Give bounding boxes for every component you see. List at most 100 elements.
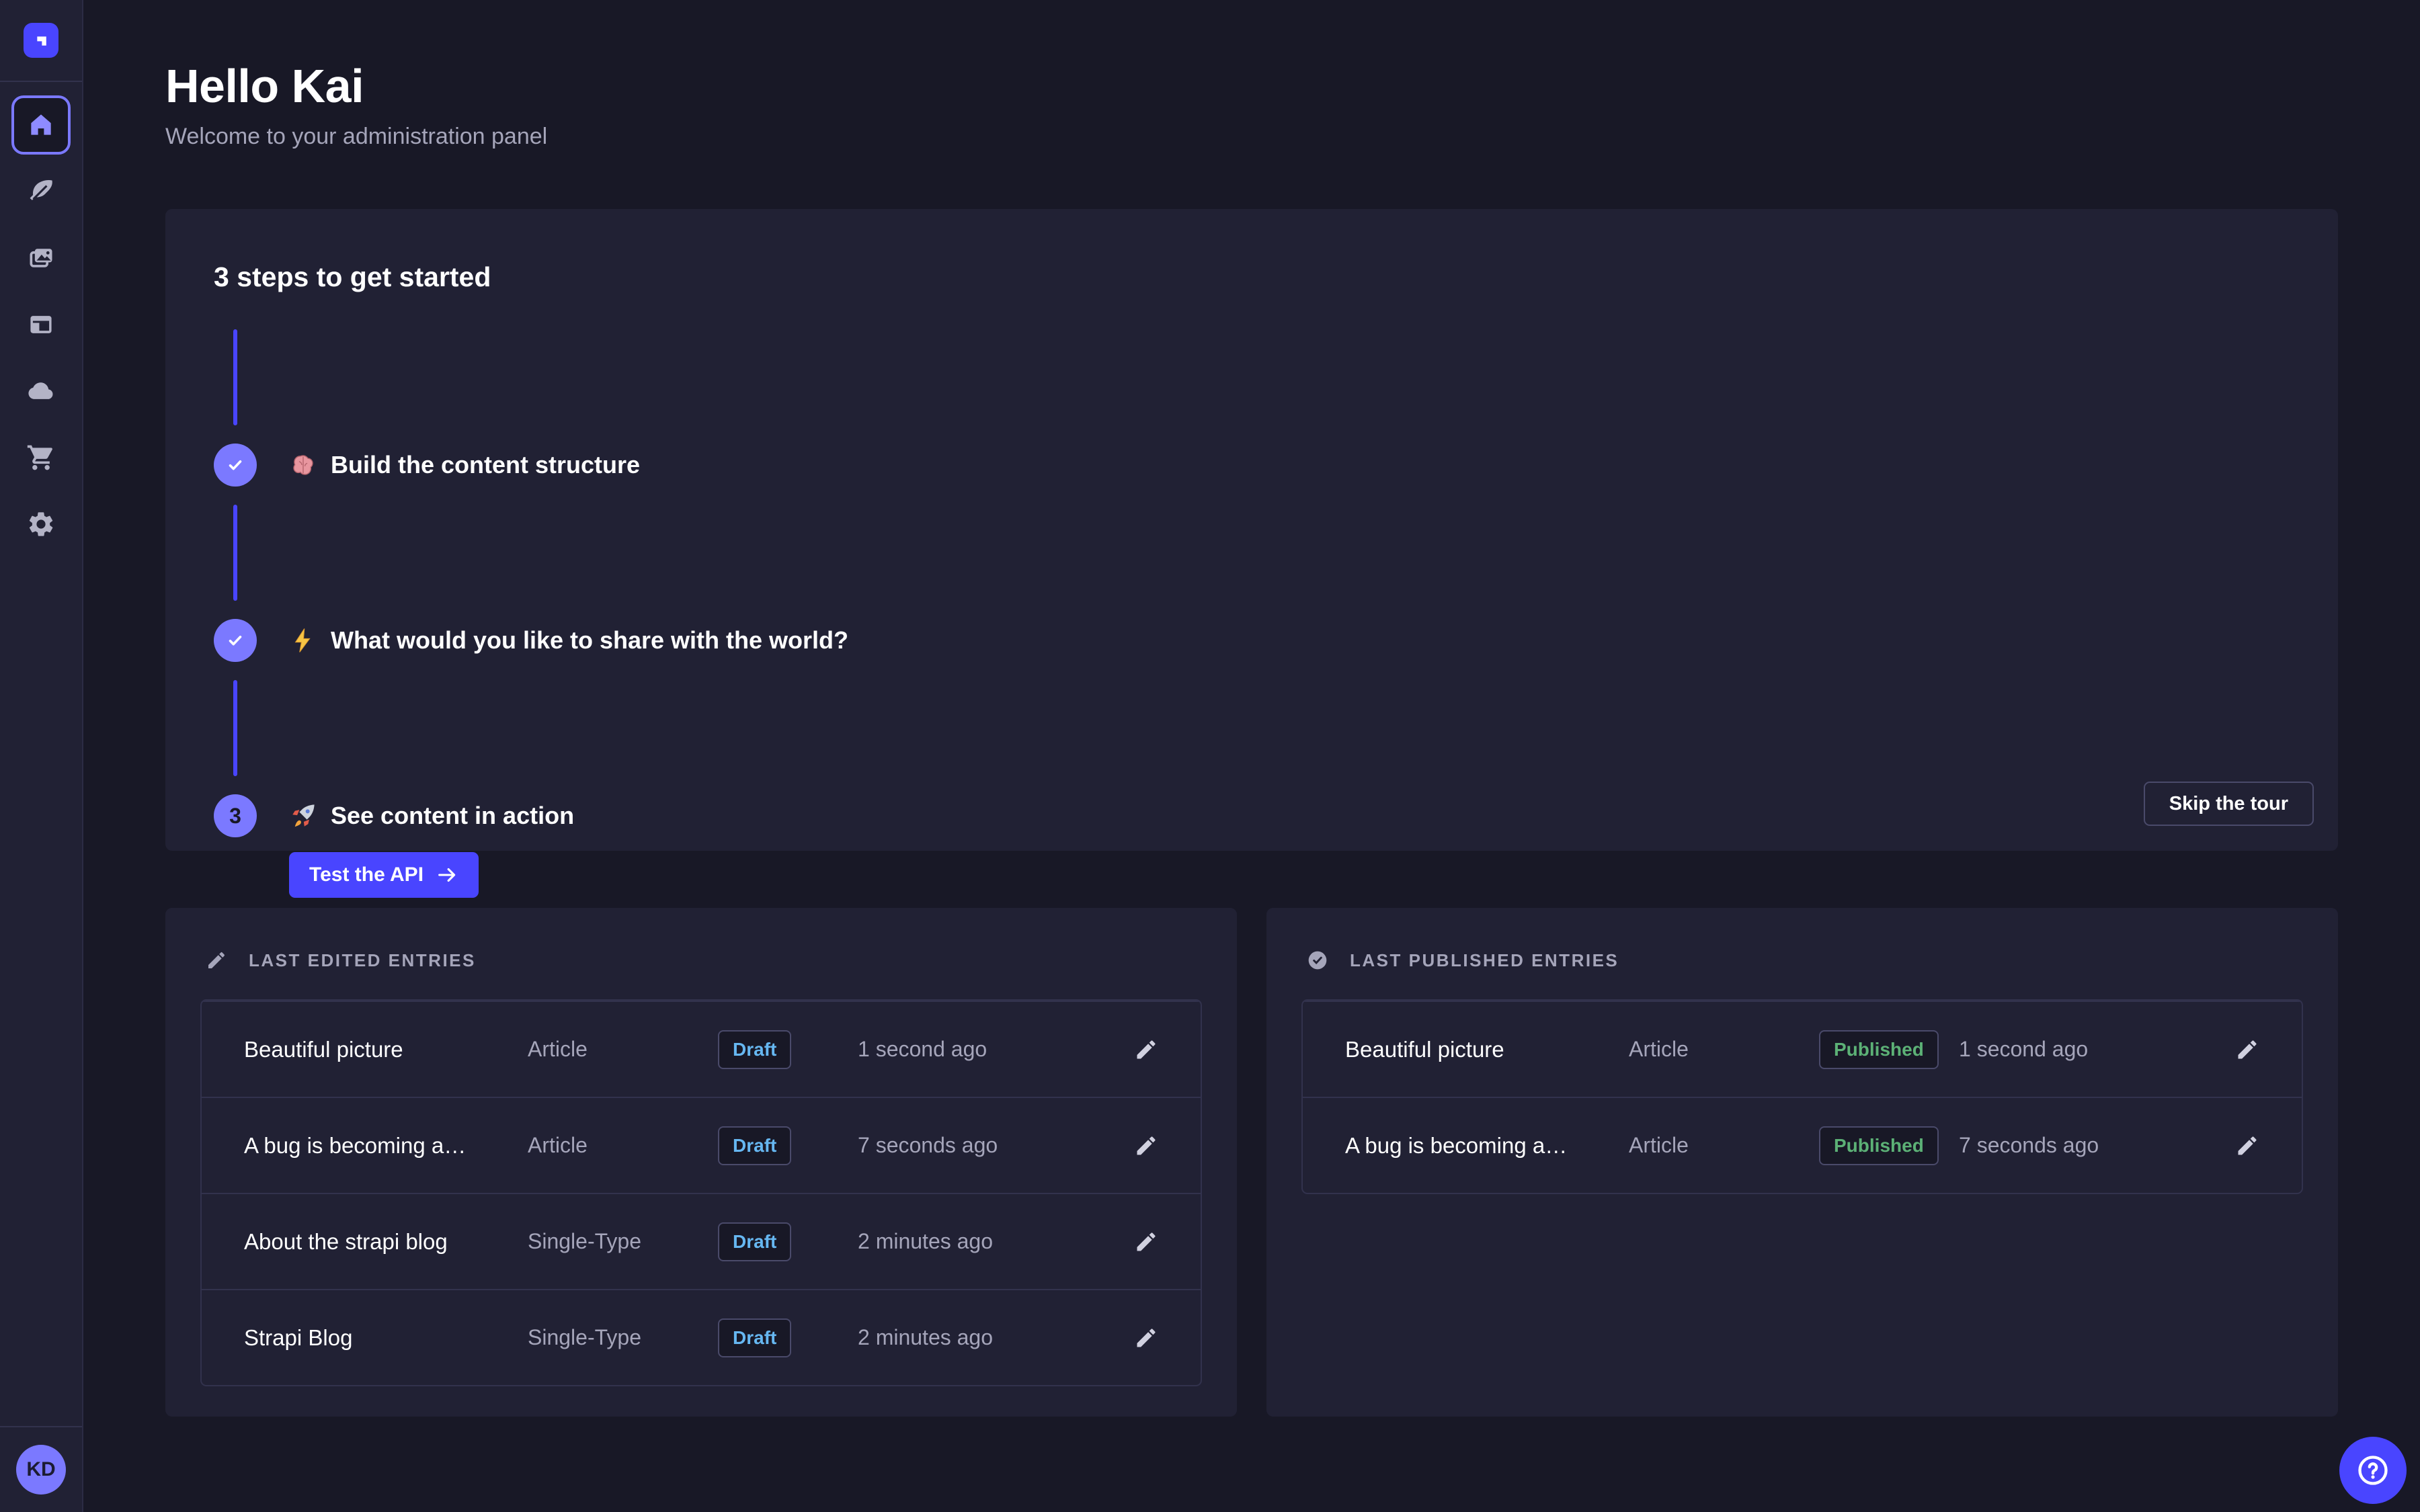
edit-entry-button[interactable] [1134, 1134, 1158, 1158]
step-emoji-icon [289, 451, 317, 479]
last-published-panel: LAST PUBLISHED ENTRIES Beautiful picture… [1266, 908, 2338, 1417]
steps-list: Build the content structure [214, 329, 2290, 837]
step-connector-line [233, 680, 237, 776]
help-button[interactable] [2339, 1437, 2407, 1504]
sidebar-item-cloud[interactable] [11, 362, 71, 421]
entry-title: Beautiful picture [1345, 1037, 1629, 1062]
pencil-icon [2235, 1134, 2259, 1158]
edit-entry-button[interactable] [1134, 1230, 1158, 1254]
test-api-button[interactable]: Test the API [289, 852, 479, 898]
last-published-table: Beautiful picture Article Published 1 se… [1301, 999, 2303, 1194]
status-badge: Published [1819, 1030, 1939, 1069]
step-label: What would you like to share with the wo… [331, 626, 848, 655]
status-badge: Draft [718, 1126, 791, 1165]
tour-step: 3 See content in action [214, 680, 2290, 837]
sidebar: KD [0, 0, 83, 1512]
step-connector-line [233, 505, 237, 601]
entry-time: 2 minutes ago [858, 1229, 1118, 1254]
step-status-bullet: 3 [214, 794, 257, 837]
step-connector-line [233, 329, 237, 425]
entry-kind: Single-Type [528, 1229, 718, 1254]
sidebar-item-content-type-builder[interactable] [11, 295, 71, 354]
sidebar-item-marketplace[interactable] [11, 428, 71, 487]
tour-step: Build the content structure [214, 329, 2290, 487]
status-badge: Draft [718, 1318, 791, 1357]
table-row: A bug is becoming a… Article Draft 7 sec… [202, 1097, 1201, 1193]
table-row: Beautiful picture Article Draft 1 second… [202, 1001, 1201, 1097]
step-status-bullet [214, 619, 257, 662]
strapi-logo-glyph [30, 29, 52, 52]
last-edited-table: Beautiful picture Article Draft 1 second… [200, 999, 1202, 1386]
guided-tour-card: 3 steps to get started [165, 209, 2338, 851]
sidebar-item-content-manager[interactable] [11, 162, 71, 221]
last-edited-header: LAST EDITED ENTRIES [200, 943, 1202, 971]
last-published-header: LAST PUBLISHED ENTRIES [1301, 943, 2303, 971]
step-label: Build the content structure [331, 451, 640, 479]
entry-kind: Article [1629, 1133, 1819, 1158]
step-emoji-icon [289, 802, 317, 830]
entry-time: 1 second ago [1959, 1037, 2219, 1062]
entry-time: 7 seconds ago [1959, 1133, 2219, 1158]
sidebar-item-home[interactable] [11, 95, 71, 155]
check-circle-icon [1307, 950, 1328, 971]
step-number: 3 [229, 804, 241, 829]
entry-kind: Article [528, 1037, 718, 1062]
sidebar-footer: KD [0, 1426, 82, 1512]
entry-kind: Single-Type [528, 1325, 718, 1350]
content-type-builder-layout-icon [26, 310, 56, 339]
home-icon [26, 110, 56, 140]
status-badge: Draft [718, 1222, 791, 1261]
lightning-bolt-icon [289, 626, 317, 655]
edit-entry-button[interactable] [1134, 1326, 1158, 1350]
sidebar-item-settings[interactable] [11, 495, 71, 554]
status-badge: Published [1819, 1126, 1939, 1165]
cloud-icon [26, 376, 56, 406]
table-row: About the strapi blog Single-Type Draft … [202, 1193, 1201, 1289]
check-icon [223, 453, 247, 477]
page-subtitle: Welcome to your administration panel [165, 124, 2338, 150]
table-row: Beautiful picture Article Published 1 se… [1303, 1001, 2302, 1097]
strapi-logo-icon[interactable] [24, 23, 58, 58]
entry-title: Beautiful picture [244, 1037, 528, 1062]
entry-time: 1 second ago [858, 1037, 1118, 1062]
table-row: Strapi Blog Single-Type Draft 2 minutes … [202, 1289, 1201, 1385]
main-content: Hello Kai Welcome to your administration… [83, 0, 2420, 1417]
pencil-icon [1134, 1134, 1158, 1158]
entry-kind: Article [528, 1133, 718, 1158]
marketplace-cart-icon [26, 443, 56, 472]
page-header: Hello Kai Welcome to your administration… [165, 0, 2338, 150]
entries-panels: LAST EDITED ENTRIES Beautiful picture Ar… [165, 908, 2338, 1417]
pencil-icon [1134, 1326, 1158, 1350]
question-circle-icon [2355, 1453, 2390, 1488]
edit-entry-button[interactable] [1134, 1038, 1158, 1062]
media-library-images-icon [26, 243, 56, 273]
guided-tour-title: 3 steps to get started [214, 261, 2290, 293]
sidebar-item-media-library[interactable] [11, 228, 71, 288]
edit-entry-button[interactable] [2235, 1038, 2259, 1062]
panel-title: LAST PUBLISHED ENTRIES [1350, 950, 1619, 971]
skip-tour-button[interactable]: Skip the tour [2144, 782, 2314, 826]
pencil-icon [206, 950, 227, 971]
table-row: A bug is becoming a… Article Published 7… [1303, 1097, 2302, 1193]
entry-time: 2 minutes ago [858, 1325, 1118, 1350]
last-edited-panel: LAST EDITED ENTRIES Beautiful picture Ar… [165, 908, 1237, 1417]
brain-icon [289, 451, 317, 479]
edit-entry-button[interactable] [2235, 1134, 2259, 1158]
logo-container [0, 0, 82, 82]
arrow-right-icon [436, 864, 458, 886]
settings-gear-icon [26, 509, 56, 539]
entry-title: Strapi Blog [244, 1325, 528, 1351]
entry-title: A bug is becoming a… [244, 1133, 528, 1159]
content-manager-feather-icon [26, 177, 56, 206]
entry-title: A bug is becoming a… [1345, 1133, 1629, 1159]
pencil-icon [1134, 1038, 1158, 1062]
main-nav [11, 95, 71, 554]
page-title: Hello Kai [165, 59, 2338, 113]
pencil-icon [2235, 1038, 2259, 1062]
user-avatar[interactable]: KD [16, 1445, 66, 1495]
panel-title: LAST EDITED ENTRIES [249, 950, 476, 971]
check-icon [223, 628, 247, 653]
step-label: See content in action [331, 802, 574, 830]
entry-title: About the strapi blog [244, 1229, 528, 1255]
tour-step: What would you like to share with the wo… [214, 505, 2290, 662]
